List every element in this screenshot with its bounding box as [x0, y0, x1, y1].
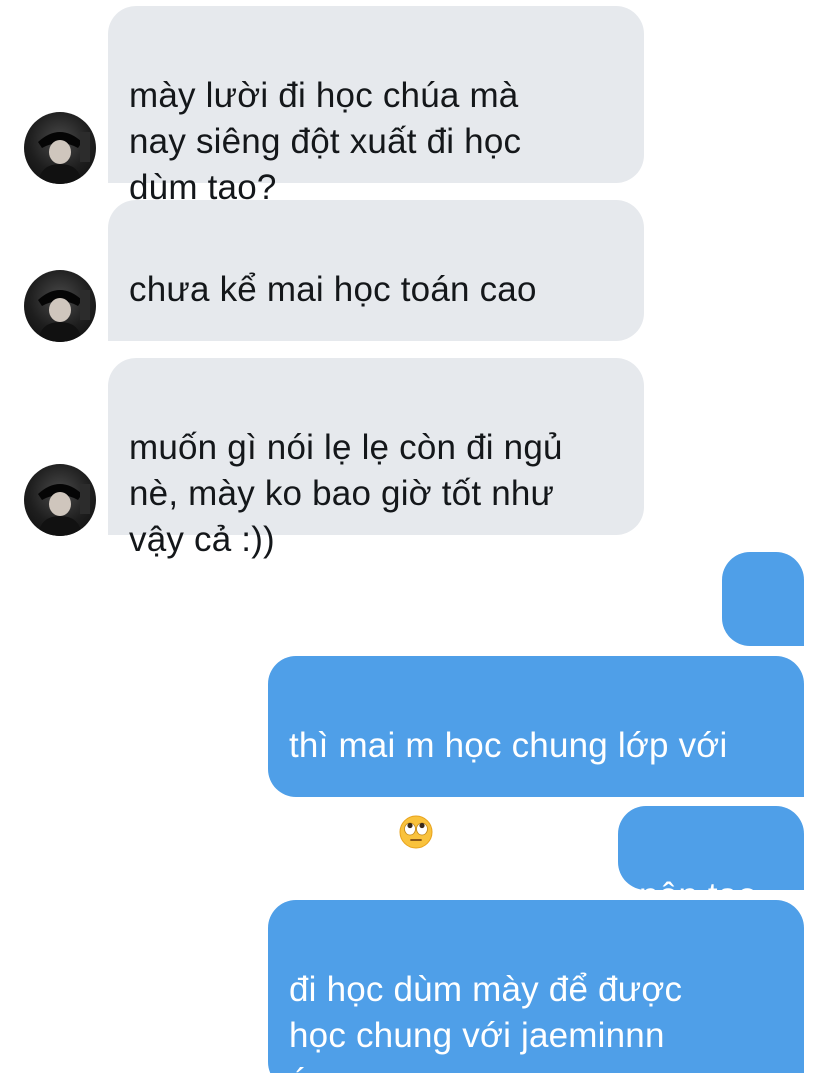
pleading-face-icon [472, 313, 506, 393]
message-text: mày lười đi học chúa mà nay siêng đột xu… [129, 76, 522, 207]
received-message[interactable]: muốn gì nói lẹ lẹ còn đi ngủ nè, mày ko … [108, 358, 644, 559]
sent-message[interactable]: thì mai m học chung lớp với jaemin [268, 656, 804, 886]
received-message[interactable]: mày lười đi học chúa mà nay siêng đột xu… [108, 6, 644, 207]
avatar[interactable] [24, 464, 96, 536]
avatar[interactable] [24, 112, 96, 184]
rolling-eyes-face-icon [743, 620, 777, 700]
sent-message[interactable]: đi học dùm mày để được học chung với jae… [268, 900, 804, 1073]
rolling-eyes-face-icon [399, 769, 433, 849]
message-text: muốn gì nói lẹ lẹ còn đi ngủ nè, mày ko … [129, 428, 563, 559]
message-text: đi học dùm mày để được học chung với jae… [289, 970, 683, 1073]
sent-message[interactable]: nên tao [618, 806, 804, 915]
avatar[interactable] [24, 270, 96, 342]
received-message[interactable]: chưa kể mai học toán cao cấp của ông Kim… [108, 200, 644, 430]
sent-message[interactable] [722, 552, 804, 700]
